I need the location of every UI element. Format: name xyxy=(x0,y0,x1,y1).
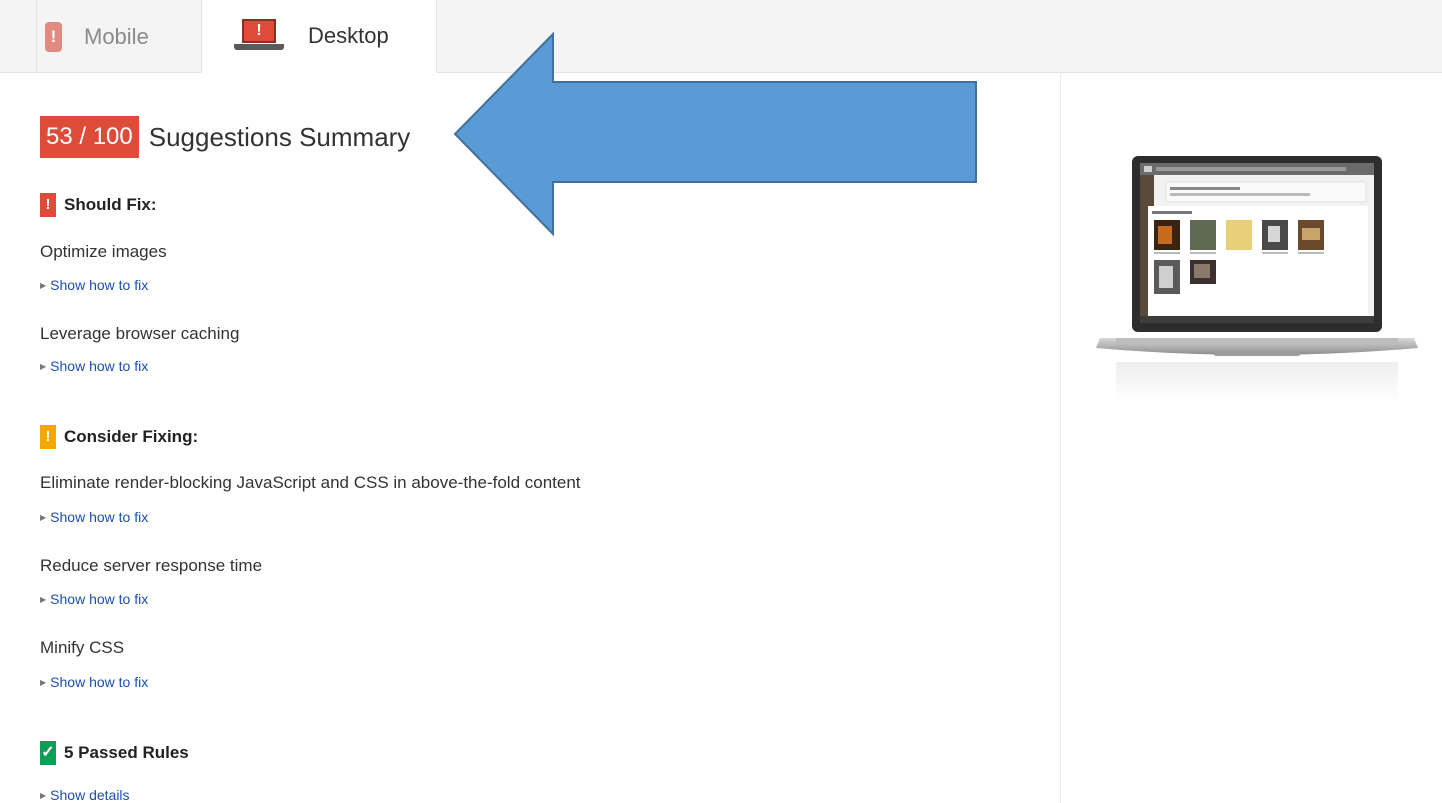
should-fix-label: Should Fix: xyxy=(64,195,157,214)
consider-fixing-heading: ! Consider Fixing: xyxy=(40,425,198,449)
rule-leverage-browser-caching: Leverage browser caching xyxy=(40,324,240,343)
show-how-to-fix-link[interactable]: ▶ Show how to fix xyxy=(40,358,148,374)
passed-rules-label: 5 Passed Rules xyxy=(64,743,189,762)
mobile-phone-warning-icon: ! xyxy=(45,21,62,52)
show-how-to-fix-link[interactable]: ▶ Show how to fix xyxy=(40,674,148,690)
rule-eliminate-render-blocking: Eliminate render-blocking JavaScript and… xyxy=(40,473,581,492)
rule-optimize-images: Optimize images xyxy=(40,242,167,261)
score-badge: 53 / 100 xyxy=(40,116,139,158)
should-fix-heading: ! Should Fix: xyxy=(40,193,157,217)
tab-mobile-label: Mobile xyxy=(84,23,149,49)
tab-mobile[interactable]: ! Mobile xyxy=(36,0,202,73)
tab-desktop[interactable]: ! Desktop xyxy=(201,0,437,73)
checkmark-icon: ✓ xyxy=(40,741,56,765)
show-details-link[interactable]: ▶ Show details xyxy=(40,787,130,803)
summary-header: 53 / 100 Suggestions Summary xyxy=(40,116,410,158)
triangle-right-icon: ▶ xyxy=(40,595,47,604)
show-how-to-fix-link[interactable]: ▶ Show how to fix xyxy=(40,509,148,525)
page-title: Suggestions Summary xyxy=(148,121,411,152)
warning-orange-icon: ! xyxy=(40,425,56,449)
passed-rules-heading: ✓ 5 Passed Rules xyxy=(40,741,189,765)
show-how-to-fix-link[interactable]: ▶ Show how to fix xyxy=(40,591,148,607)
show-how-to-fix-link[interactable]: ▶ Show how to fix xyxy=(40,277,148,293)
triangle-right-icon: ▶ xyxy=(40,281,47,290)
rule-reduce-server-response-time: Reduce server response time xyxy=(40,556,263,575)
triangle-right-icon: ▶ xyxy=(40,678,47,687)
triangle-right-icon: ▶ xyxy=(40,362,47,371)
warning-red-icon: ! xyxy=(40,193,56,217)
tab-desktop-label: Desktop xyxy=(308,23,389,48)
consider-fixing-label: Consider Fixing: xyxy=(64,427,199,446)
rule-minify-css: Minify CSS xyxy=(40,638,125,657)
triangle-right-icon: ▶ xyxy=(40,513,47,522)
column-divider xyxy=(1060,72,1061,803)
laptop-warning-icon: ! xyxy=(234,19,284,53)
triangle-right-icon: ▶ xyxy=(40,791,47,800)
desktop-preview-image xyxy=(1096,156,1418,402)
left-arrow-annotation xyxy=(453,32,977,237)
